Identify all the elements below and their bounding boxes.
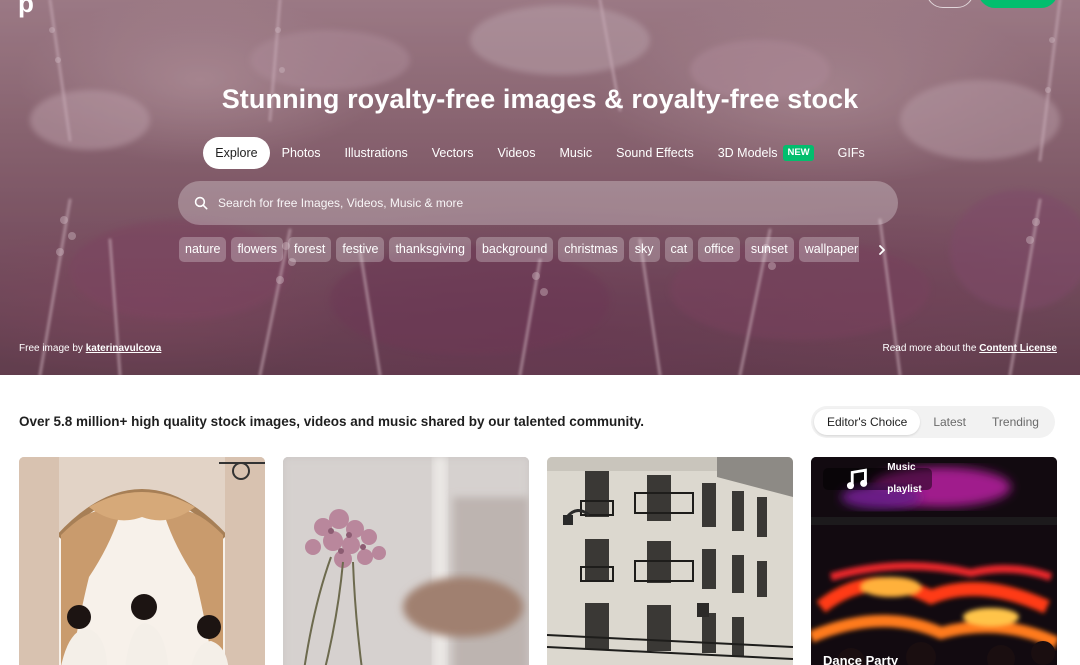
music-playlist-badge: Music playlist (823, 462, 932, 495)
tab-gifs[interactable]: GIFs (826, 137, 877, 169)
sort-trending[interactable]: Trending (979, 409, 1052, 435)
tab-explore[interactable]: Explore (203, 137, 270, 169)
image-card[interactable] (547, 457, 793, 665)
chip-nature[interactable]: nature (179, 237, 227, 262)
intro-text: Over 5.8 million+ high quality stock ima… (19, 414, 645, 429)
tab-music[interactable]: Music (547, 137, 604, 169)
chip-sky[interactable]: sky (628, 237, 660, 262)
chip-sunset[interactable]: sunset (744, 237, 794, 262)
playlist-title: Dance Party (823, 653, 899, 665)
chip-wallpaper[interactable]: wallpaper (798, 237, 859, 262)
join-button[interactable] (978, 0, 1058, 8)
tab-sound-effects[interactable]: Sound Effects (604, 137, 706, 169)
site-logo[interactable]: p (18, 0, 34, 19)
hero-title: Stunning royalty-free images & royalty-f… (221, 84, 859, 114)
chip-festive[interactable]: festive (336, 237, 385, 262)
image-card[interactable] (283, 457, 529, 665)
tab-3d-models[interactable]: 3D Models NEW (706, 137, 826, 169)
media-type-tabs: Explore Photos Illustrations Vectors Vid… (0, 137, 1080, 169)
image-card[interactable] (19, 457, 265, 665)
chevron-right-icon[interactable] (870, 238, 894, 262)
tab-videos[interactable]: Videos (485, 137, 547, 169)
tab-vectors[interactable]: Vectors (420, 137, 486, 169)
chip-background[interactable]: background (475, 237, 554, 262)
chip-thanksgiving[interactable]: thanksgiving (389, 237, 471, 262)
content-license-link[interactable]: Content License (979, 343, 1057, 354)
search-input[interactable] (218, 196, 898, 210)
license-note: Read more about the Content License (882, 343, 1057, 354)
image-dried-flowers (283, 457, 529, 665)
music-note-icon (846, 468, 868, 490)
search-icon[interactable] (194, 196, 208, 210)
image-credit: Free image by katerinavulcova (19, 343, 162, 354)
playlist-card[interactable]: Music playlist Dance Party (811, 457, 1057, 665)
chip-christmas[interactable]: christmas (558, 237, 624, 262)
sort-toggle: Editor's Choice Latest Trending (811, 406, 1055, 438)
new-badge: NEW (783, 145, 814, 161)
image-women-window (19, 457, 265, 665)
chip-forest[interactable]: forest (288, 237, 332, 262)
tab-illustrations[interactable]: Illustrations (333, 137, 420, 169)
chip-office[interactable]: office (698, 237, 740, 262)
image-parisian-building (547, 457, 793, 665)
sort-latest[interactable]: Latest (920, 409, 979, 435)
chip-flowers[interactable]: flowers (231, 237, 284, 262)
hero-banner: p Stunning royalty-free images & royalty… (0, 0, 1080, 375)
tab-photos[interactable]: Photos (270, 137, 333, 169)
credit-author-link[interactable]: katerinavulcova (86, 343, 162, 354)
sort-editors-choice[interactable]: Editor's Choice (814, 409, 921, 435)
chip-cat[interactable]: cat (664, 237, 694, 262)
search-bar[interactable] (178, 181, 898, 225)
tag-chips: nature flowers forest festive thanksgivi… (179, 237, 859, 263)
